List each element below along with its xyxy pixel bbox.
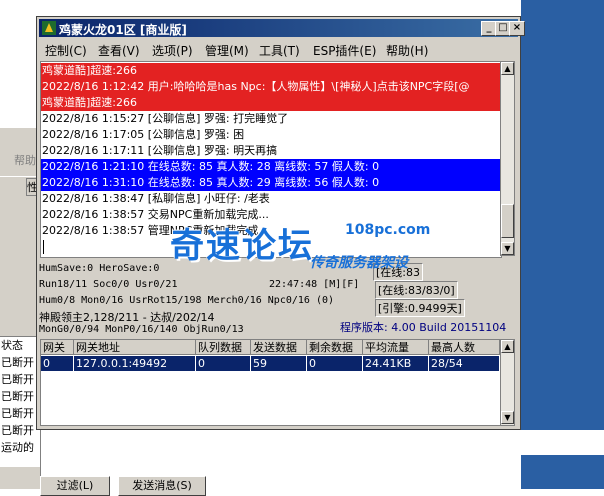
list-item: 已断开 <box>1 356 34 369</box>
menu-bar: 控制(C) 查看(V) 选项(P) 管理(M) 工具(T) ESP插件(E) 帮… <box>39 39 518 59</box>
cell-address: 127.0.0.1:49492 <box>74 356 196 371</box>
desktop-strip <box>521 455 604 489</box>
status-save: HumSave:0 HeroSave:0 <box>39 263 160 274</box>
cell-remaining: 0 <box>307 356 363 371</box>
status-boss: 神殿领主2,128/211 - 达叔/202/14 <box>39 311 215 324</box>
status-time: 22:47:48 [M][F] <box>269 279 360 290</box>
log-line: 2022/8/16 1:15:27 [公聊信息] 罗强: 打完睡觉了 <box>42 112 289 125</box>
cell-max-users: 28/54 <box>429 356 500 371</box>
log-line: 2022/8/16 1:17:11 [公聊信息] 罗强: 明天再搞 <box>42 144 278 157</box>
background-window[interactable]: 帮助 性 状态 已断开 已断开 已断开 已断开 已断开 运动的 <box>0 128 42 489</box>
col-queue[interactable]: 队列数据 <box>196 340 251 355</box>
list-item: 状态 <box>1 339 23 352</box>
scroll-thumb[interactable] <box>501 204 514 238</box>
log-line: 2022/8/16 1:17:05 [公聊信息] 罗强: 困 <box>42 128 245 141</box>
cell-queue: 0 <box>196 356 251 371</box>
log-line: 2022/8/16 1:31:10 在线总数: 85 真人数: 29 离线数: … <box>41 175 501 191</box>
cell-gateway: 0 <box>41 356 74 371</box>
desktop-background <box>521 0 604 489</box>
list-item: 已断开 <box>1 373 34 386</box>
scroll-up-icon[interactable]: ▲ <box>501 340 514 353</box>
log-line: 鸡蒙道酷]超速:266 <box>41 63 501 79</box>
engine-uptime: [引擎:0.9499天] <box>375 299 465 317</box>
table-scrollbar[interactable]: ▲ ▼ <box>500 340 514 425</box>
title-bar[interactable]: 鸡蒙火龙01区 [商业版] _ □ × <box>39 19 525 37</box>
menu-options[interactable]: 选项(P) <box>152 42 193 59</box>
col-address[interactable]: 网关地址 <box>74 340 196 355</box>
col-sent[interactable]: 发送数据 <box>251 340 307 355</box>
list-item: 已断开 <box>1 424 34 437</box>
gateway-table[interactable]: 网关 网关地址 队列数据 发送数据 剩余数据 平均流量 最高人数 0 127.0… <box>40 339 515 426</box>
scroll-up-icon[interactable]: ▲ <box>501 62 514 75</box>
log-line: 2022/8/16 1:38:57 交易NPC重新加载完成... <box>42 208 269 221</box>
log-scrollbar[interactable]: ▲ ▼ <box>500 61 515 256</box>
online-count: [在线:83/83/0] <box>375 281 458 299</box>
col-remaining[interactable]: 剩余数据 <box>307 340 363 355</box>
menu-view[interactable]: 查看(V) <box>98 42 140 59</box>
log-line: 2022/8/16 1:12:42 用户:哈哈哈是has Npc:【人物属性】\… <box>41 79 501 95</box>
log-line: 2022/8/16 1:38:47 [私聊信息] 小旺仔: /老表 <box>42 192 270 205</box>
menu-control[interactable]: 控制(C) <box>45 42 87 59</box>
online-count-top: [在线:83 <box>373 263 423 281</box>
close-button[interactable]: × <box>509 21 525 36</box>
cell-avg-flow: 24.41KB <box>363 356 429 371</box>
status-mon: MonG0/0/94 MonP0/16/140 ObjRun0/13 <box>39 324 244 335</box>
bg-menubar: 帮助 <box>0 152 40 168</box>
table-row[interactable]: 0 127.0.0.1:49492 0 59 0 24.41KB 28/54 <box>41 356 500 371</box>
text-cursor <box>43 240 44 254</box>
col-max-users[interactable]: 最高人数 <box>429 340 500 355</box>
log-line: 2022/8/16 1:38:57 管理NPC重新加载完成... <box>42 224 269 237</box>
list-item: 运动的 <box>1 441 34 454</box>
status-hum: Hum0/8 Mon0/16 UsrRot15/198 Merch0/16 Np… <box>39 295 335 306</box>
log-line: 鸡蒙道酷]超速:266 <box>41 95 501 111</box>
cell-sent: 59 <box>251 356 307 371</box>
list-item: 已断开 <box>1 390 34 403</box>
status-run: Run18/11 Soc0/0 Usr0/21 <box>39 279 178 290</box>
bg-menu-help[interactable]: 帮助 <box>0 154 36 167</box>
menu-manage[interactable]: 管理(M) <box>205 42 249 59</box>
send-message-button[interactable]: 发送消息(S) <box>118 476 206 496</box>
log-view[interactable]: 鸡蒙道酷]超速:266 2022/8/16 1:12:42 用户:哈哈哈是has… <box>40 61 502 258</box>
menu-tools[interactable]: 工具(T) <box>259 42 300 59</box>
program-version: 程序版本: 4.00 Build 20151104 <box>340 321 507 334</box>
list-item: 已断开 <box>1 407 34 420</box>
log-line: 2022/8/16 1:21:10 在线总数: 85 真人数: 28 离线数: … <box>41 159 501 175</box>
app-dragon-icon <box>42 21 56 35</box>
window-title: 鸡蒙火龙01区 [商业版] <box>59 23 187 37</box>
menu-esp-plugins[interactable]: ESP插件(E) <box>313 42 376 59</box>
col-gateway[interactable]: 网关 <box>41 340 74 355</box>
col-avg-flow[interactable]: 平均流量 <box>363 340 429 355</box>
scroll-down-icon[interactable]: ▼ <box>501 242 514 255</box>
menu-help[interactable]: 帮助(H) <box>386 42 428 59</box>
main-window: 鸡蒙火龙01区 [商业版] _ □ × 控制(C) 查看(V) 选项(P) 管理… <box>36 16 525 430</box>
scroll-down-icon[interactable]: ▼ <box>501 411 514 424</box>
filter-button[interactable]: 过滤(L) <box>40 476 110 496</box>
bg-list[interactable]: 状态 已断开 已断开 已断开 已断开 已断开 运动的 <box>0 336 40 467</box>
